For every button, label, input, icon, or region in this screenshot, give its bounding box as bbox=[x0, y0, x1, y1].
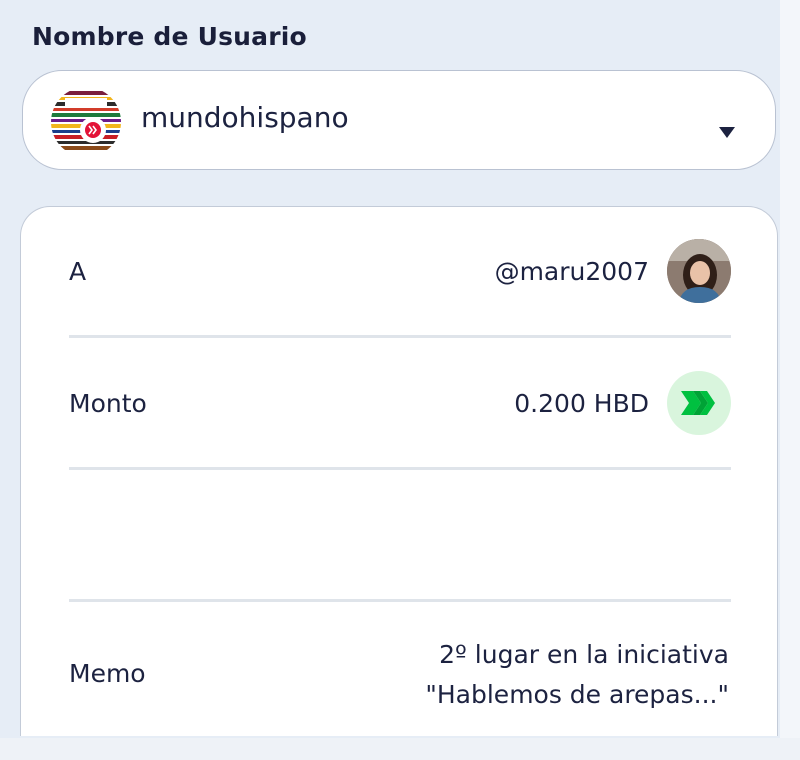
bottom-edge bbox=[0, 738, 800, 760]
memo-value: 2º lugar en la iniciativa "Hablemos de a… bbox=[349, 635, 729, 715]
selected-username: mundohispano bbox=[141, 101, 349, 134]
amount-label: Monto bbox=[69, 389, 147, 418]
mundohispano-logo-icon bbox=[51, 87, 121, 157]
user-avatar-icon bbox=[667, 239, 731, 303]
divider-amount bbox=[69, 467, 731, 470]
divider-empty-row bbox=[69, 599, 731, 602]
caret-down-icon[interactable] bbox=[719, 127, 735, 138]
transfer-summary-card: A @maru2007 Monto 0.200 HBD Memo 2º luga… bbox=[20, 206, 778, 736]
to-label: A bbox=[69, 257, 87, 286]
scrollbar-gutter bbox=[780, 0, 800, 760]
divider-to bbox=[69, 335, 731, 338]
account-select-dropdown[interactable]: mundohispano bbox=[22, 70, 776, 170]
username-field-label: Nombre de Usuario bbox=[32, 22, 307, 51]
to-value: @maru2007 bbox=[494, 257, 649, 286]
memo-line-2: "Hablemos de arepas..." bbox=[425, 680, 729, 709]
amount-value: 0.200 HBD bbox=[514, 389, 649, 418]
memo-label: Memo bbox=[69, 659, 146, 688]
memo-line-1: 2º lugar en la iniciativa bbox=[439, 640, 729, 669]
hbd-icon bbox=[667, 371, 731, 435]
